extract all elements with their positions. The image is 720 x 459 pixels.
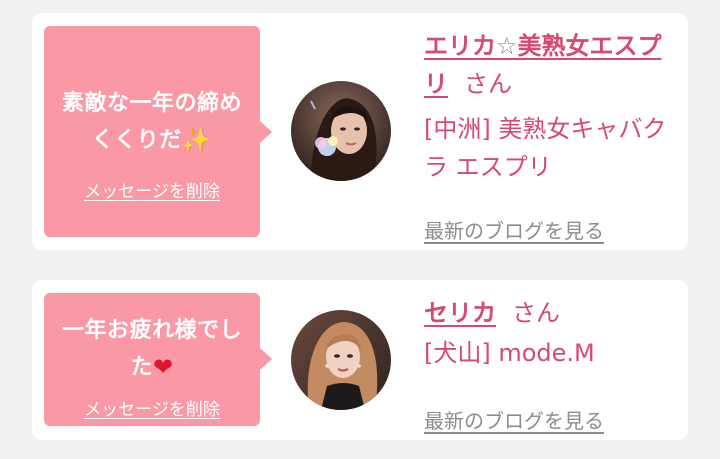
sender-name-link[interactable]: セリカ — [424, 299, 496, 327]
sender-name-line: セリカ さん — [424, 294, 674, 332]
message-bubble: 素敵な一年の締めくくりだ✨ メッセージを削除 — [44, 26, 272, 237]
avatar-photo — [291, 310, 391, 410]
delete-message-link[interactable]: メッセージを削除 — [44, 177, 260, 202]
sender-info: セリカ さん [犬山] mode.M 最新のブログを見る — [424, 294, 674, 433]
message-text: 一年お疲れ様でした❤ — [58, 313, 246, 386]
message-text: 素敵な一年の締めくくりだ✨ — [58, 86, 246, 159]
shop-label: [中洲] 美熟女キャバクラ エスプリ — [424, 115, 667, 181]
avatar[interactable] — [291, 310, 391, 410]
honorific: さん — [512, 299, 560, 327]
message-card: 一年お疲れ様でした❤ メッセージを削除 セリカ さん [犬山] mode.M 最… — [32, 280, 688, 440]
message-list: 素敵な一年の締めくくりだ✨ メッセージを削除 エリカ☆美熟女エスプリ さん [中… — [0, 0, 720, 459]
avatar[interactable] — [291, 81, 391, 181]
message-card: 素敵な一年の締めくくりだ✨ メッセージを削除 エリカ☆美熟女エスプリ さん [中… — [32, 13, 688, 250]
heart-icon: ❤ — [152, 353, 174, 381]
latest-blog-link[interactable]: 最新のブログを見る — [424, 215, 604, 244]
star-icon: ☆ — [496, 32, 518, 60]
message-body: 素敵な一年の締めくくりだ — [61, 91, 242, 153]
sparkle-icon: ✨ — [181, 126, 213, 154]
message-bubble: 一年お疲れ様でした❤ メッセージを削除 — [44, 293, 272, 426]
latest-blog-link[interactable]: 最新のブログを見る — [424, 405, 604, 434]
sender-info: エリカ☆美熟女エスプリ さん [中洲] 美熟女キャバクラ エスプリ 最新のブログを… — [424, 27, 674, 243]
sender-name-part: エリカ — [424, 32, 496, 60]
shop-label: [犬山] mode.M — [424, 339, 595, 367]
delete-message-link[interactable]: メッセージを削除 — [44, 395, 260, 420]
sender-name-link[interactable]: エリカ☆美熟女エスプリ — [424, 32, 662, 98]
avatar-photo — [291, 81, 391, 181]
honorific: さん — [464, 70, 512, 98]
sender-name-line: エリカ☆美熟女エスプリ さん — [424, 27, 674, 103]
